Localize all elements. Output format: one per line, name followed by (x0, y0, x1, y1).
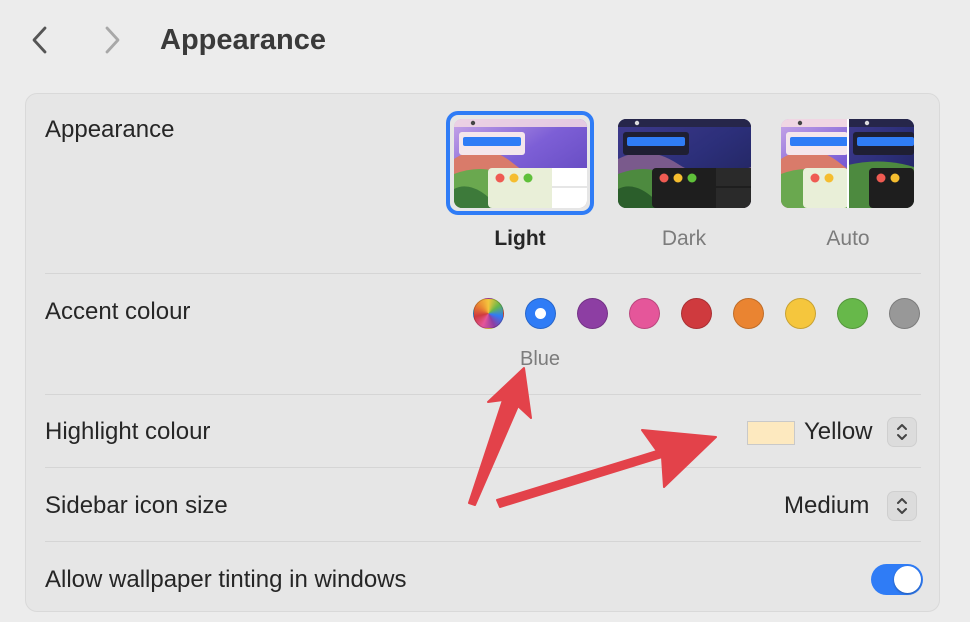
accent-colour-label: Accent colour (45, 298, 191, 325)
divider (45, 541, 921, 542)
chevron-right-icon (105, 26, 120, 54)
back-button[interactable] (22, 22, 58, 58)
settings-panel: Appearance Light Dark Auto Accent colour… (25, 93, 940, 612)
highlight-colour-stepper[interactable] (887, 417, 917, 447)
toggle-knob (894, 566, 921, 593)
accent-selected-name: Blue (519, 348, 561, 370)
appearance-option-label: Auto (826, 227, 870, 250)
page-title: Appearance (160, 24, 327, 56)
wallpaper-tinting-label: Allow wallpaper tinting in windows (45, 566, 407, 593)
divider (45, 467, 921, 468)
chevron-up-down-icon (897, 424, 907, 440)
accent-swatch-orange[interactable] (733, 298, 764, 329)
appearance-option-label: Light (494, 227, 546, 250)
accent-swatch-multicolour[interactable] (473, 298, 504, 329)
forward-button[interactable] (94, 22, 130, 58)
highlight-colour-value[interactable]: Yellow (804, 417, 873, 447)
accent-swatch-pink[interactable] (629, 298, 660, 329)
appearance-option-label: Dark (661, 227, 707, 250)
highlight-colour-chip (747, 421, 795, 445)
accent-swatch-graphite[interactable] (889, 298, 920, 329)
sidebar-icon-size-label: Sidebar icon size (45, 492, 228, 519)
accent-swatch-red[interactable] (681, 298, 712, 329)
chevron-up-down-icon (897, 498, 907, 514)
sidebar-icon-size-value[interactable]: Medium (784, 491, 869, 521)
divider (45, 394, 921, 395)
accent-swatch-green[interactable] (837, 298, 868, 329)
accent-swatch-yellow[interactable] (785, 298, 816, 329)
accent-swatch-blue[interactable] (525, 298, 556, 329)
appearance-option-light[interactable] (454, 119, 587, 208)
wallpaper-tinting-toggle[interactable] (871, 564, 923, 595)
appearance-option-auto[interactable] (781, 119, 914, 208)
appearance-option-dark[interactable] (618, 119, 751, 208)
appearance-label: Appearance (45, 116, 175, 143)
highlight-colour-label: Highlight colour (45, 418, 211, 445)
chevron-left-icon (32, 26, 47, 54)
divider (45, 273, 921, 274)
sidebar-icon-size-stepper[interactable] (887, 491, 917, 521)
accent-swatch-purple[interactable] (577, 298, 608, 329)
